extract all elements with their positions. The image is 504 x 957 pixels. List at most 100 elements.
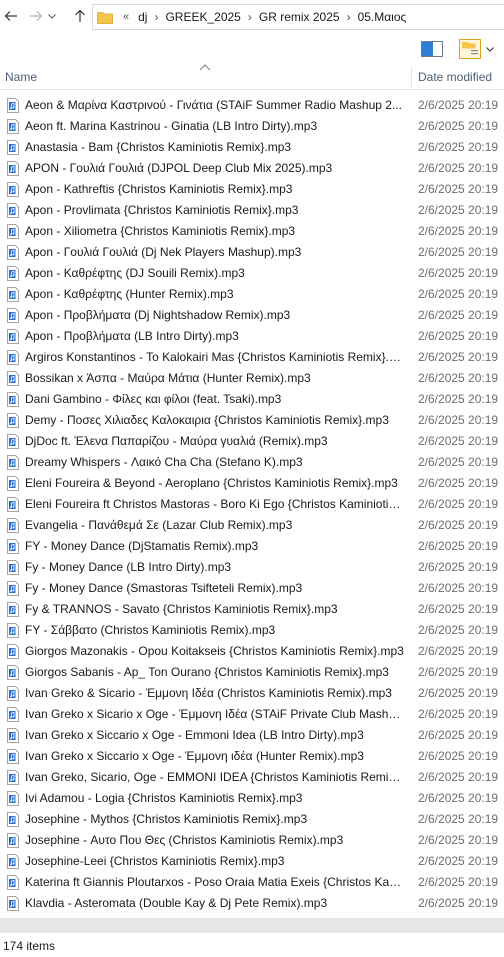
file-date-modified: 2/6/2025 20:19 (418, 140, 499, 154)
audio-file-icon (7, 392, 19, 407)
file-row[interactable]: APON - Γουλιά Γουλιά (DJPOL Deep Club Mi… (0, 158, 504, 179)
file-row[interactable]: Josephine - Αυτο Που Θες (Christos Kamin… (0, 830, 504, 851)
file-name: Klavdia - Asteromata (Double Kay & Dj Pe… (25, 896, 328, 910)
file-row[interactable]: Ivan Greko, Sicario, Oge - EMMONI IDEA {… (0, 767, 504, 788)
file-row[interactable]: Fy & TRANNOS - Savato {Christos Kaminiot… (0, 599, 504, 620)
audio-file-icon (7, 161, 19, 176)
audio-file-icon (7, 476, 19, 491)
breadcrumb-item-dj[interactable]: dj (138, 10, 147, 24)
file-row[interactable]: Fy - Money Dance (Smastoras Tsifteteli R… (0, 578, 504, 599)
file-date-modified: 2/6/2025 20:19 (418, 245, 499, 259)
file-row[interactable]: Apon - Καθρέφτης (Hunter Remix).mp3 2/6/2… (0, 284, 504, 305)
file-row[interactable]: Ivan Greko & Sicario - Έμμονη Ιδέα (Chri… (0, 683, 504, 704)
address-bar-row: « dj › GREEK_2025 › GR remix 2025 › 05.Μ… (0, 0, 504, 34)
preview-pane-button[interactable] (421, 36, 443, 62)
file-name: Ivan Greko, Sicario, Oge - EMMONI IDEA {… (25, 770, 405, 784)
file-name: Argiros Konstantinos - To Kalokairi Mas … (25, 350, 405, 364)
file-name: APON - Γουλιά Γουλιά (DJPOL Deep Club Mi… (25, 161, 333, 175)
breadcrumb-item-greek-2025[interactable]: GREEK_2025 (165, 10, 240, 24)
audio-file-icon (7, 224, 19, 239)
file-date-modified: 2/6/2025 20:19 (418, 623, 499, 637)
file-date-modified: 2/6/2025 20:19 (418, 497, 499, 511)
item-count: 174 items (3, 939, 56, 953)
file-row[interactable]: Ivan Greko x Sicario x Oge - Έμμονη Ιδέα… (0, 704, 504, 725)
file-row[interactable]: Eleni Foureira & Beyond - Aeroplano {Chr… (0, 473, 504, 494)
file-date-modified: 2/6/2025 20:19 (418, 392, 499, 406)
file-row[interactable]: Apon - Provlimata {Christos Kaminiotis R… (0, 200, 504, 221)
file-row[interactable]: Katerina ft Giannis Ploutarxos - Poso Or… (0, 872, 504, 893)
file-row[interactable]: Giorgos Mazonakis - Opou Koitakseis {Chr… (0, 641, 504, 662)
breadcrumb-separator-icon[interactable]: › (248, 10, 252, 24)
horizontal-scrollbar[interactable] (0, 918, 504, 933)
file-row[interactable]: Klavdia - Asteromata (Double Kay & Dj Pe… (0, 893, 504, 914)
audio-file-icon (7, 812, 19, 827)
file-row[interactable]: Apon - Kathreftis {Christos Kaminiotis R… (0, 179, 504, 200)
file-row[interactable]: Josephine - Mythos {Christos Kaminiotis … (0, 809, 504, 830)
column-divider[interactable] (411, 66, 412, 88)
file-row[interactable]: Fy - Money Dance (LB Intro Dirty).mp3 2/6… (0, 557, 504, 578)
file-row[interactable]: DjDoc ft. Έλενα Παπαρίζου - Μαύρα γυαλιά… (0, 431, 504, 452)
file-row[interactable]: Aeon & Μαρίνα Καστρινού - Γινάτια (STAiF… (0, 95, 504, 116)
file-name: Aeon ft. Marina Kastrinou - Ginatia (LB … (25, 119, 318, 133)
file-date-modified: 2/6/2025 20:19 (418, 434, 499, 448)
breadcrumb-separator-icon[interactable]: › (347, 10, 351, 24)
file-date-modified: 2/6/2025 20:19 (418, 455, 499, 469)
file-date-modified: 2/6/2025 20:19 (418, 791, 499, 805)
file-row[interactable]: FY - Σάββατο (Christos Kaminiotis Remix)… (0, 620, 504, 641)
file-row[interactable]: Eleni Foureira ft Christos Mastoras - Bo… (0, 494, 504, 515)
file-row[interactable]: FY - Money Dance (DjStamatis Remix).mp3 2… (0, 536, 504, 557)
file-name: Apon - Γουλιά Γουλιά (Dj Nek Players Mas… (25, 245, 302, 259)
file-row[interactable]: Anastasia - Bam {Christos Kaminiotis Rem… (0, 137, 504, 158)
back-button[interactable] (1, 6, 21, 26)
file-name: Josephine - Αυτο Που Θες (Christos Kamin… (25, 833, 344, 847)
file-row[interactable]: Evangelia - Πανάθεμά Σε (Lazar Club Remi… (0, 515, 504, 536)
up-button[interactable] (70, 6, 90, 26)
file-row[interactable]: Dreamy Whispers - Λαικό Cha Cha (Stefano… (0, 452, 504, 473)
file-row[interactable]: Apon - Καθρέφτης (DJ Souili Remix).mp3 2/… (0, 263, 504, 284)
file-row[interactable]: Giorgos Sabanis - Ap_ Ton Ourano {Christ… (0, 662, 504, 683)
file-name: Eleni Foureira ft Christos Mastoras - Bo… (25, 497, 405, 511)
file-row[interactable]: Argiros Konstantinos - To Kalokairi Mas … (0, 347, 504, 368)
audio-file-icon (7, 518, 19, 533)
file-row[interactable]: Bossikan x Άσπα - Μαύρα Μάτια (Hunter Re… (0, 368, 504, 389)
file-row[interactable]: Ivan Greko x Siccario x Oge - Έμμονη ιδέ… (0, 746, 504, 767)
audio-file-icon (7, 896, 19, 911)
file-row[interactable]: Ivi Adamou - Logia {Christos Kaminiotis … (0, 788, 504, 809)
file-row[interactable]: Aeon ft. Marina Kastrinou - Ginatia (LB … (0, 116, 504, 137)
file-row[interactable]: Ivan Greko x Siccario x Oge - Emmoni Ide… (0, 725, 504, 746)
file-row[interactable]: Josephine-Leei {Christos Kaminiotis Remi… (0, 851, 504, 872)
audio-file-icon (7, 203, 19, 218)
file-row[interactable]: Apon - Xiliometra {Christos Kaminiotis R… (0, 221, 504, 242)
breadcrumb-item-gr-remix-2025[interactable]: GR remix 2025 (259, 10, 340, 24)
file-date-modified: 2/6/2025 20:19 (418, 833, 499, 847)
file-date-modified: 2/6/2025 20:19 (418, 854, 499, 868)
arrow-right-icon (30, 11, 43, 21)
recent-locations-button[interactable] (46, 6, 58, 26)
file-row[interactable]: Dani Gambino - Φίλες και φίλοι (feat. Ts… (0, 389, 504, 410)
audio-file-icon (7, 707, 19, 722)
file-name: DjDoc ft. Έλενα Παπαρίζου - Μαύρα γυαλιά… (25, 434, 328, 448)
status-bar: 174 items (0, 933, 504, 957)
breadcrumb-item-current-folder[interactable]: 05.Μαιος (358, 10, 407, 24)
arrow-up-icon (75, 9, 85, 22)
audio-file-icon (7, 623, 19, 638)
file-name: Katerina ft Giannis Ploutarxos - Poso Or… (25, 875, 405, 889)
file-row[interactable]: Apon - Προβλήματα (Dj Nightshadow Remix)… (0, 305, 504, 326)
file-name: Ivan Greko x Sicario x Oge - Έμμονη Ιδέα… (25, 707, 405, 721)
forward-button[interactable] (26, 6, 46, 26)
file-row[interactable]: Apon - Γουλιά Γουλιά (Dj Nek Players Mas… (0, 242, 504, 263)
file-row[interactable]: Apon - Προβλήματα (LB Intro Dirty).mp3 2/… (0, 326, 504, 347)
column-date-modified-header[interactable]: Date modified (418, 70, 492, 84)
file-row[interactable]: Demy - Ποσες Χιλιαδες Καλοκαιρια {Christ… (0, 410, 504, 431)
details-pane-button[interactable] (459, 36, 494, 62)
address-box[interactable]: « dj › GREEK_2025 › GR remix 2025 › 05.Μ… (92, 4, 504, 30)
audio-file-icon (7, 791, 19, 806)
audio-file-icon (7, 854, 19, 869)
breadcrumb-overflow[interactable]: « (123, 11, 129, 23)
audio-file-icon (7, 560, 19, 575)
file-date-modified: 2/6/2025 20:19 (418, 224, 499, 238)
file-date-modified: 2/6/2025 20:19 (418, 707, 499, 721)
column-name-header[interactable]: Name (5, 70, 37, 84)
file-name: Eleni Foureira & Beyond - Aeroplano {Chr… (25, 476, 398, 490)
breadcrumb-separator-icon[interactable]: › (154, 10, 158, 24)
